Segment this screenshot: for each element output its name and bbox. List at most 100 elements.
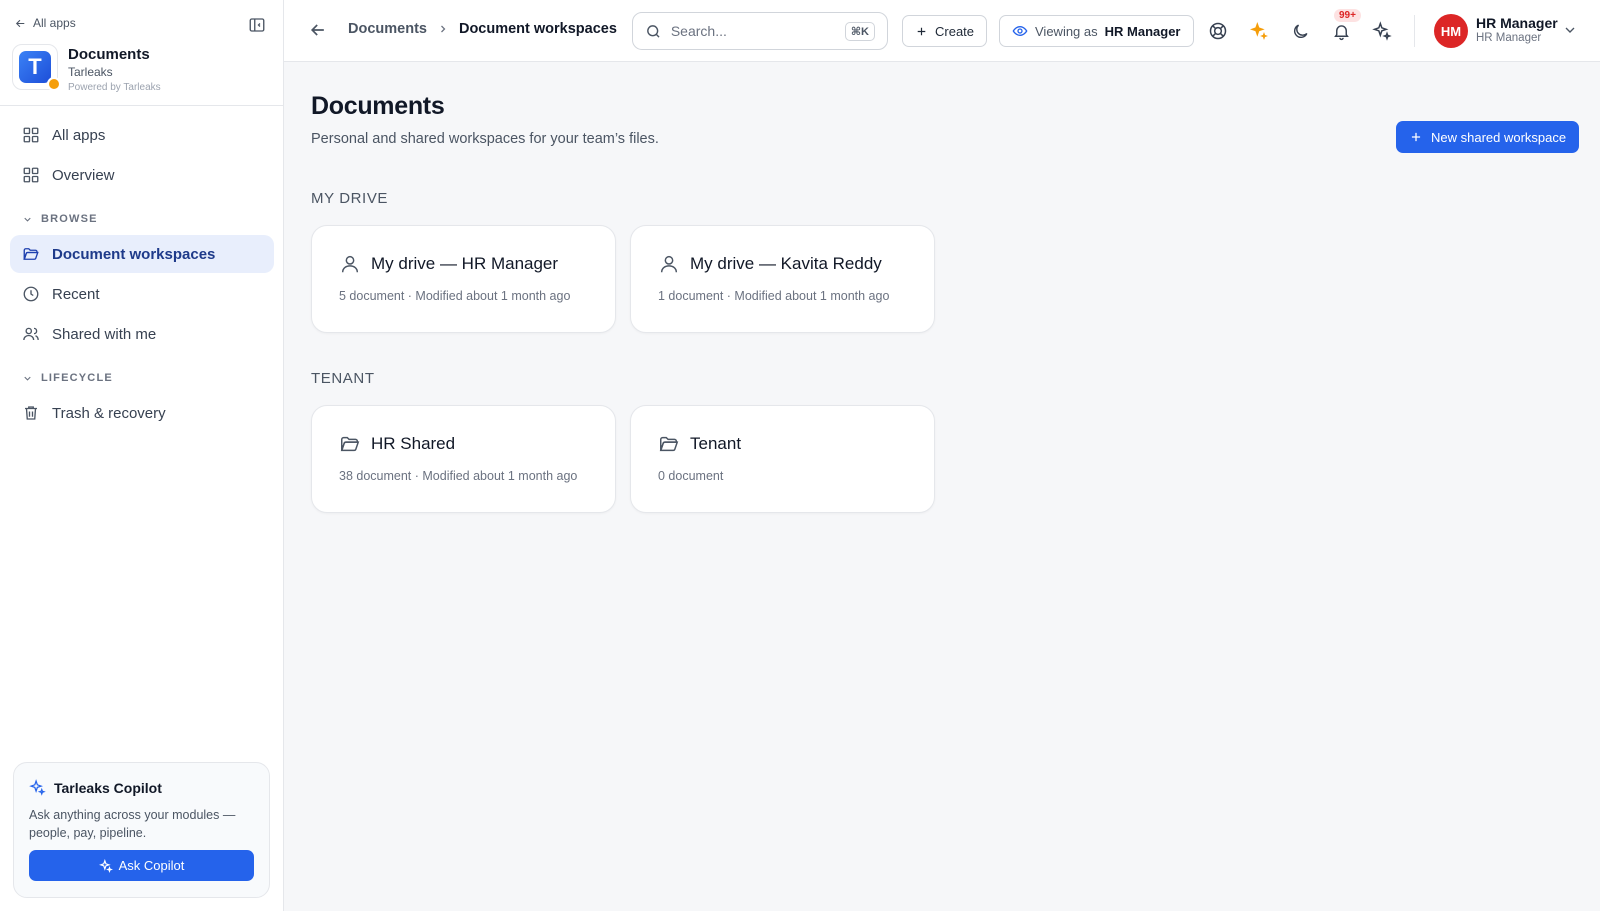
workspace-card-title-text: My drive — HR Manager <box>371 254 559 273</box>
sparkle-icon <box>29 779 46 796</box>
sidebar-item-document-workspaces[interactable]: Document workspaces <box>10 235 274 273</box>
user-icon <box>341 255 359 273</box>
workspace-card-my-drive-kavita-reddy[interactable]: My drive — Kavita Reddy 1 document · Mod… <box>630 225 935 333</box>
workspace-card-meta: 1 document · Modified about 1 month ago <box>658 289 890 303</box>
workspace-card-hr-shared[interactable]: HR Shared 38 document · Modified about 1… <box>311 405 616 513</box>
sparkle-icon <box>1372 21 1392 41</box>
sidebar-item-label: Trash & recovery <box>52 404 166 422</box>
app-logo: T <box>12 44 61 91</box>
folder-open-icon <box>23 248 39 260</box>
workspace-card-title-text: My drive — Kavita Reddy <box>690 254 882 273</box>
workspace-card-title: My drive — HR Manager <box>339 253 588 275</box>
sidebar-item-label: Document workspaces <box>52 245 216 263</box>
workspace-card-title: HR Shared <box>339 433 588 455</box>
copilot-button[interactable] <box>1370 19 1394 43</box>
trash-icon <box>25 406 37 420</box>
search-icon <box>647 24 660 38</box>
sidebar-item-overview[interactable]: Overview <box>10 156 274 194</box>
plus-icon <box>917 27 926 35</box>
user-menu[interactable]: HR Manager HR Manager <box>1476 15 1558 44</box>
section-label-tenant: TENANT <box>311 370 375 387</box>
avatar[interactable]: HM <box>1434 14 1468 48</box>
back-to-all-apps-link[interactable]: All apps <box>14 16 76 30</box>
create-label: Create <box>935 23 975 39</box>
chevron-right-icon <box>441 25 446 33</box>
bell-icon <box>1333 24 1349 40</box>
new-shared-workspace-button[interactable]: New shared workspace <box>1396 121 1580 153</box>
ask-copilot-label: Ask Copilot <box>118 858 185 873</box>
breadcrumb-documents[interactable]: Documents <box>348 21 427 37</box>
app-header: T Documents Tarleaks Powered by Tarleaks <box>12 44 161 93</box>
section-toggle-lifecycle[interactable]: LIFECYCLE <box>22 372 113 384</box>
section-label-my-drive: MY DRIVE <box>311 190 389 207</box>
sidebar-item-label: Overview <box>52 166 115 184</box>
app-logo-badge-icon <box>47 77 61 91</box>
notifications-count-badge: 99+ <box>1334 9 1361 22</box>
viewing-as-prefix: Viewing as <box>1035 23 1098 39</box>
breadcrumb: Documents Document workspaces <box>348 21 617 37</box>
section-toggle-browse[interactable]: BROWSE <box>22 213 98 225</box>
lifebuoy-icon <box>1209 22 1227 40</box>
workspace-card-tenant[interactable]: Tenant 0 document <box>630 405 935 513</box>
user-menu-toggle[interactable] <box>1562 22 1580 40</box>
arrow-left-icon <box>15 19 25 27</box>
new-shared-workspace-label: New shared workspace <box>1431 129 1567 145</box>
app-powered-by: Powered by Tarleaks <box>68 82 161 93</box>
create-button[interactable]: Create <box>902 15 988 47</box>
workspace-card-title: My drive — Kavita Reddy <box>658 253 907 275</box>
eye-icon <box>1012 25 1028 37</box>
chevron-down-icon <box>24 376 31 381</box>
back-button[interactable] <box>308 20 330 42</box>
sidebar-item-trash-recovery[interactable]: Trash & recovery <box>10 394 274 432</box>
workspace-card-title-text: Tenant <box>690 434 742 453</box>
workspace-card-meta: 5 document · Modified about 1 month ago <box>339 289 571 303</box>
clock-icon <box>23 286 39 302</box>
sidebar-item-shared-with-me[interactable]: Shared with me <box>10 315 274 353</box>
users-icon <box>23 327 39 341</box>
ai-features-button[interactable] <box>1247 19 1271 43</box>
sidebar-collapse-icon <box>249 18 265 32</box>
grid-icon <box>23 127 39 143</box>
user-icon <box>660 255 678 273</box>
workspace-card-my-drive-hr-manager[interactable]: My drive — HR Manager 5 document · Modif… <box>311 225 616 333</box>
folder-icon <box>340 436 360 452</box>
topbar: Documents Document workspaces ⌘K Create … <box>284 0 1600 62</box>
user-role: HR Manager <box>1476 32 1542 44</box>
workspace-card-meta: 38 document · Modified about 1 month ago <box>339 469 578 483</box>
arrow-left-icon <box>310 24 324 36</box>
workspace-card-title-text: HR Shared <box>371 434 456 453</box>
sidebar-item-label: Shared with me <box>52 325 157 343</box>
main-content: Documents Personal and shared workspaces… <box>284 62 1600 911</box>
chevron-down-icon <box>24 217 31 222</box>
topbar-divider <box>1414 15 1415 47</box>
copilot-title: Tarleaks Copilot <box>29 779 254 796</box>
sidebar: All apps T Documents Tarleaks Powered by… <box>0 0 284 911</box>
collapse-sidebar-button[interactable] <box>246 14 268 36</box>
app-logo-letter: T <box>19 51 51 83</box>
chevron-down-icon <box>1565 27 1575 33</box>
folder-icon <box>659 436 679 452</box>
workspace-card-title: Tenant <box>658 433 907 455</box>
page-title: Documents <box>311 92 445 120</box>
sidebar-item-all-apps[interactable]: All apps <box>10 116 274 154</box>
app-subtitle: Tarleaks <box>68 65 113 79</box>
viewing-as-role: HR Manager <box>1104 23 1181 39</box>
grid-icon <box>23 167 39 183</box>
section-label-browse: BROWSE <box>41 213 98 225</box>
search-shortcut-badge: ⌘K <box>844 21 875 41</box>
notifications-button[interactable] <box>1329 19 1353 43</box>
search-box: ⌘K <box>632 12 888 50</box>
plus-icon <box>1411 132 1421 142</box>
ask-copilot-button[interactable]: Ask Copilot <box>29 850 254 881</box>
help-button[interactable] <box>1206 19 1230 43</box>
section-label-lifecycle: LIFECYCLE <box>41 372 113 384</box>
user-name: HR Manager <box>1476 15 1558 31</box>
copilot-title-text: Tarleaks Copilot <box>54 779 162 796</box>
search-input[interactable] <box>670 23 836 39</box>
sparkle-icon <box>1249 21 1268 40</box>
theme-toggle-button[interactable] <box>1288 19 1312 43</box>
page-subtitle: Personal and shared workspaces for your … <box>311 131 659 147</box>
sidebar-item-recent[interactable]: Recent <box>10 275 274 313</box>
viewing-as-button[interactable]: Viewing as HR Manager <box>999 15 1194 47</box>
sidebar-item-label: All apps <box>52 126 106 144</box>
